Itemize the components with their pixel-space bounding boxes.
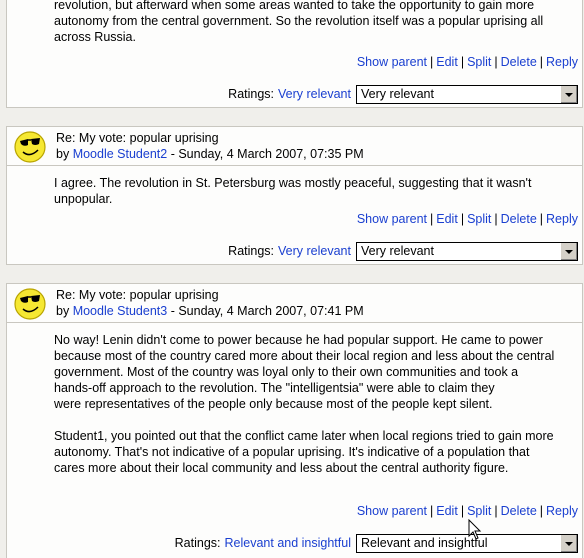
chevron-down-icon[interactable] xyxy=(560,243,577,260)
smiley-sunglasses-icon xyxy=(14,131,46,163)
ratings-row: Ratings: Very relevant Very relevant xyxy=(228,85,578,104)
edit-link[interactable]: Edit xyxy=(436,212,458,226)
ratings-value-link[interactable]: Relevant and insightful xyxy=(225,536,351,550)
by-label: by xyxy=(56,304,70,318)
post-commands: Show parent | Edit | Split | Delete | Reply xyxy=(357,212,578,226)
post-date: - Sunday, 4 March 2007, 07:35 PM xyxy=(170,147,364,161)
separator: | xyxy=(460,504,465,518)
separator: | xyxy=(460,55,465,69)
forum-post-3: Re: My vote: popular uprising by Moodle … xyxy=(6,283,583,558)
separator: | xyxy=(494,504,498,518)
rating-select[interactable]: Very relevant xyxy=(356,242,578,261)
delete-link[interactable]: Delete xyxy=(501,55,537,69)
post-paragraph: No way! Lenin didn't come to power becau… xyxy=(54,333,555,411)
ratings-value-link[interactable]: Very relevant xyxy=(278,244,351,258)
post-header: Re: My vote: popular uprising by Moodle … xyxy=(7,284,582,323)
post-date: - Sunday, 4 March 2007, 07:41 PM xyxy=(170,304,364,318)
edit-link[interactable]: Edit xyxy=(436,55,458,69)
post-body: revolution, but afterward when some area… xyxy=(54,0,544,44)
post-paragraph: Student1, you pointed out that the confl… xyxy=(54,429,554,475)
smiley-sunglasses-icon xyxy=(14,288,46,320)
delete-link[interactable]: Delete xyxy=(501,504,537,518)
post-commands: Show parent | Edit | Split | Delete | Reply xyxy=(357,504,578,518)
chevron-down-icon[interactable] xyxy=(560,535,577,552)
post-byline: by Moodle Student3 - Sunday, 4 March 200… xyxy=(56,304,364,319)
ratings-row: Ratings: Very relevant Very relevant xyxy=(228,242,578,261)
ratings-value-link[interactable]: Very relevant xyxy=(278,87,351,101)
edit-link[interactable]: Edit xyxy=(436,504,458,518)
post-byline: by Moodle Student2 - Sunday, 4 March 200… xyxy=(56,147,364,162)
rating-select-value: Very relevant xyxy=(361,87,434,101)
post-subject: Re: My vote: popular uprising xyxy=(56,131,219,145)
forum-post-2: Re: My vote: popular uprising by Moodle … xyxy=(6,126,583,265)
separator: | xyxy=(494,55,498,69)
ratings-label: Ratings: xyxy=(228,86,275,101)
separator: | xyxy=(539,504,544,518)
separator: | xyxy=(494,212,498,226)
separator: | xyxy=(430,504,434,518)
post-commands: Show parent | Edit | Split | Delete | Reply xyxy=(357,55,578,69)
separator: | xyxy=(539,212,544,226)
reply-link[interactable]: Reply xyxy=(546,504,578,518)
separator: | xyxy=(460,212,465,226)
separator: | xyxy=(430,55,434,69)
rating-select[interactable]: Relevant and insightful xyxy=(356,534,578,553)
rating-select[interactable]: Very relevant xyxy=(356,85,578,104)
show-parent-link[interactable]: Show parent xyxy=(357,55,427,69)
reply-link[interactable]: Reply xyxy=(546,212,578,226)
ratings-label: Ratings: xyxy=(174,535,221,550)
split-link[interactable]: Split xyxy=(467,212,491,226)
post-subject: Re: My vote: popular uprising xyxy=(56,288,219,302)
ratings-label: Ratings: xyxy=(228,243,275,258)
ratings-row: Ratings: Relevant and insightful Relevant … xyxy=(175,534,578,553)
delete-link[interactable]: Delete xyxy=(501,212,537,226)
split-link[interactable]: Split xyxy=(467,504,491,518)
post-body: No way! Lenin didn't come to power becau… xyxy=(54,332,578,476)
post-body: I agree. The revolution in St. Petersbur… xyxy=(54,176,532,206)
separator: | xyxy=(430,212,434,226)
split-link[interactable]: Split xyxy=(467,55,491,69)
post-header: Re: My vote: popular uprising by Moodle … xyxy=(7,127,582,166)
reply-link[interactable]: Reply xyxy=(546,55,578,69)
mouse-pointer-icon xyxy=(468,519,482,540)
by-label: by xyxy=(56,147,70,161)
author-link[interactable]: Moodle Student3 xyxy=(73,304,168,318)
show-parent-link[interactable]: Show parent xyxy=(357,504,427,518)
forum-post-1: revolution, but afterward when some area… xyxy=(6,0,583,108)
chevron-down-icon[interactable] xyxy=(560,86,577,103)
show-parent-link[interactable]: Show parent xyxy=(357,212,427,226)
author-link[interactable]: Moodle Student2 xyxy=(73,147,168,161)
rating-select-value: Very relevant xyxy=(361,244,434,258)
separator: | xyxy=(539,55,544,69)
